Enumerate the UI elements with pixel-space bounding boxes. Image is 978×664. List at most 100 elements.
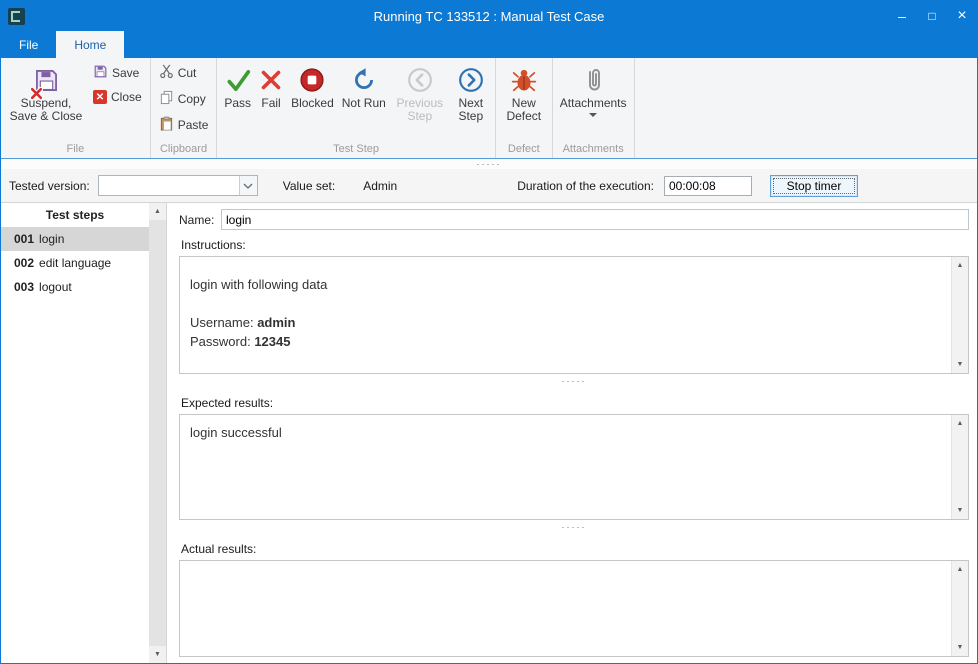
suspend-save-close-button[interactable]: Suspend, Save & Close <box>4 60 88 123</box>
clipboard-group-label: Clipboard <box>154 142 214 158</box>
scroll-down-icon[interactable]: ▼ <box>952 502 968 519</box>
scissors-icon <box>159 64 174 82</box>
check-icon <box>225 63 251 97</box>
close-button[interactable]: ✕ Close <box>88 86 147 108</box>
stop-circle-icon <box>299 63 325 97</box>
ribbon: Suspend, Save & Close Save <box>1 58 977 159</box>
splitter-handle[interactable]: ····· <box>179 520 969 534</box>
main-content: Test steps 001 login 002 edit language 0… <box>1 203 977 663</box>
window-title: Running TC 133512 : Manual Test Case <box>1 9 977 24</box>
step-name: login <box>39 232 64 246</box>
scroll-down-icon[interactable]: ▼ <box>149 646 166 663</box>
actual-results-label: Actual results: <box>181 542 969 556</box>
attachments-button[interactable]: Attachments <box>556 60 631 117</box>
test-step-group-label: Test Step <box>220 142 491 158</box>
circular-arrow-icon <box>351 63 377 97</box>
scroll-up-icon[interactable]: ▲ <box>952 415 968 432</box>
close-icon[interactable]: × <box>947 1 977 31</box>
step-name: logout <box>39 280 72 294</box>
ribbon-splitter-handle[interactable]: ····· <box>1 159 977 169</box>
splitter-handle[interactable]: ····· <box>179 374 969 388</box>
scroll-up-icon[interactable]: ▲ <box>952 561 968 578</box>
copy-pages-icon <box>159 90 174 108</box>
tab-file[interactable]: File <box>1 31 56 58</box>
instructions-password-line: Password: 12345 <box>190 332 942 351</box>
defect-group-label: Defect <box>499 142 549 158</box>
next-step-label: Next Step <box>454 97 488 123</box>
paste-label: Paste <box>178 118 209 132</box>
list-item-step-2[interactable]: 002 edit language <box>1 251 149 275</box>
step-detail-pane: Name: Instructions: login with following… <box>167 203 977 663</box>
list-item-step-1[interactable]: 001 login <box>1 227 149 251</box>
name-input[interactable] <box>221 209 969 230</box>
scroll-up-icon[interactable]: ▲ <box>952 257 968 274</box>
not-run-button[interactable]: Not Run <box>338 60 390 110</box>
instructions-textbox[interactable]: login with following data Username: admi… <box>179 256 969 374</box>
circle-arrow-left-icon <box>407 63 433 97</box>
scroll-down-icon[interactable]: ▼ <box>952 639 968 656</box>
window-controls: – □ × <box>887 1 977 31</box>
ribbon-group-clipboard: Cut Copy <box>151 58 218 158</box>
tab-home[interactable]: Home <box>56 31 124 58</box>
fail-button[interactable]: Fail <box>255 60 287 110</box>
scroll-up-icon[interactable]: ▲ <box>149 203 166 220</box>
test-steps-header: Test steps <box>1 203 149 227</box>
app-icon[interactable] <box>8 8 25 25</box>
actual-results-scrollbar[interactable]: ▲ ▼ <box>951 561 968 656</box>
clipboard-icon <box>159 116 174 134</box>
cut-button[interactable]: Cut <box>154 60 202 86</box>
scroll-down-icon[interactable]: ▼ <box>952 356 968 373</box>
copy-label: Copy <box>178 92 206 106</box>
scrollbar-thumb[interactable] <box>149 220 166 646</box>
step-number: 003 <box>14 280 34 294</box>
minimize-icon[interactable]: – <box>887 1 917 31</box>
paste-button[interactable]: Paste <box>154 112 214 138</box>
ribbon-group-test-step: Pass Fail Blocked <box>217 58 495 158</box>
suspend-save-close-label: Suspend, Save & Close <box>8 97 84 123</box>
tested-version-combobox[interactable] <box>98 175 258 196</box>
fail-label: Fail <box>261 97 280 110</box>
expected-results-textbox[interactable]: login successful ▲ ▼ <box>179 414 969 520</box>
instructions-scrollbar[interactable]: ▲ ▼ <box>951 257 968 373</box>
not-run-label: Not Run <box>342 97 386 110</box>
expected-results-label: Expected results: <box>181 396 969 410</box>
expected-results-text: login successful <box>190 423 942 442</box>
ribbon-tabs: File Home <box>1 31 977 58</box>
list-item-step-3[interactable]: 003 logout <box>1 275 149 299</box>
maximize-icon[interactable]: □ <box>917 1 947 31</box>
username-value: admin <box>257 315 295 330</box>
execution-toolbar: Tested version: Value set: Admin Duratio… <box>1 169 977 203</box>
chevron-down-icon <box>589 113 597 117</box>
save-floppy-icon <box>93 64 108 82</box>
bug-icon <box>511 63 537 97</box>
tested-version-label: Tested version: <box>9 179 90 193</box>
app-window: Running TC 133512 : Manual Test Case – □… <box>0 0 978 664</box>
save-button[interactable]: Save <box>88 60 144 86</box>
combobox-arrow-icon[interactable] <box>239 176 257 195</box>
test-steps-list: Test steps 001 login 002 edit language 0… <box>1 203 149 663</box>
instructions-blank-line <box>190 294 942 313</box>
test-steps-panel: Test steps 001 login 002 edit language 0… <box>1 203 167 663</box>
blocked-label: Blocked <box>291 97 334 110</box>
previous-step-button[interactable]: Previous Step <box>390 60 450 123</box>
blocked-button[interactable]: Blocked <box>287 60 338 110</box>
step-name: edit language <box>39 256 111 270</box>
value-set-value: Admin <box>363 179 397 193</box>
actual-results-textbox[interactable]: ▲ ▼ <box>179 560 969 657</box>
stop-timer-button[interactable]: Stop timer <box>770 175 858 197</box>
copy-button[interactable]: Copy <box>154 86 211 112</box>
ribbon-group-attachments: Attachments Attachments <box>553 58 635 158</box>
next-step-button[interactable]: Next Step <box>450 60 492 123</box>
duration-label: Duration of the execution: <box>517 179 654 193</box>
pass-button[interactable]: Pass <box>220 60 255 110</box>
expected-results-scrollbar[interactable]: ▲ ▼ <box>951 415 968 519</box>
close-label: Close <box>111 90 142 104</box>
new-defect-button[interactable]: New Defect <box>499 60 549 123</box>
test-steps-scrollbar[interactable]: ▲ ▼ <box>149 203 166 663</box>
attachments-label: Attachments <box>560 97 627 110</box>
ribbon-group-file: Suspend, Save & Close Save <box>1 58 151 158</box>
instructions-label: Instructions: <box>181 238 969 252</box>
new-defect-label: New Defect <box>503 97 545 123</box>
duration-input[interactable] <box>664 176 752 196</box>
ribbon-group-defect: New Defect Defect <box>496 58 553 158</box>
